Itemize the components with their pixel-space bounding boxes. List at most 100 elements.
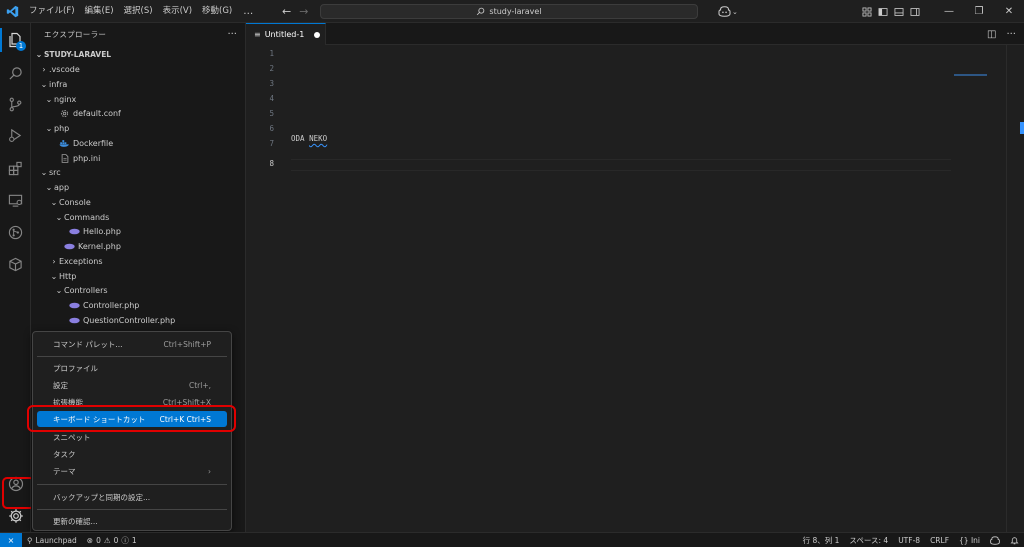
overview-ruler — [1006, 45, 1007, 532]
menu-view[interactable]: 表示(V) — [158, 0, 197, 23]
minimap[interactable] — [954, 74, 987, 76]
activity-source-control[interactable] — [0, 89, 31, 119]
tree-file-item[interactable]: Controller.php — [59, 298, 139, 313]
tree-item-label: Console — [59, 197, 91, 207]
activity-git[interactable] — [0, 217, 31, 247]
toggle-panel-icon[interactable] — [894, 7, 904, 17]
code-token: ODA — [291, 134, 305, 143]
menu-item-settings[interactable]: 設定 Ctrl+, — [37, 377, 227, 393]
minimize-icon: — — [944, 6, 954, 17]
menu-item-tasks[interactable]: タスク — [37, 446, 227, 462]
tree-file-item[interactable]: QuestionController.php — [59, 313, 175, 328]
minimize-button[interactable]: — — [934, 0, 964, 23]
menu-edit[interactable]: 編集(E) — [80, 0, 119, 23]
activity-extensions[interactable] — [0, 153, 31, 183]
scrollbar-marker[interactable] — [1020, 122, 1024, 134]
language-mode[interactable]: {} Ini — [954, 536, 985, 545]
tree-item-label: QuestionController.php — [83, 315, 176, 325]
unsaved-dot-icon[interactable] — [314, 31, 321, 38]
line-number-current: 8 — [269, 159, 274, 168]
menu-item-label: プロファイル — [53, 363, 98, 373]
tree-file-item[interactable]: Hello.php — [59, 224, 121, 239]
error-icon: ⊗ — [86, 535, 94, 545]
tab-untitled-1[interactable]: ≡ Untitled-1 — [246, 23, 326, 45]
menu-go[interactable]: 移動(G) — [197, 0, 237, 23]
remote-indicator[interactable]: ⨯ — [0, 532, 22, 547]
end-of-line[interactable]: CRLF — [925, 536, 954, 545]
menu-item-shortcut: Ctrl+, — [188, 380, 211, 390]
tree-folder-item[interactable]: ⌄ php — [44, 121, 70, 136]
chevron-down-icon: ⌄ — [50, 271, 58, 281]
problems-indicator[interactable]: ⊗ 0 ⚠ 0 ⓘ 1 — [82, 535, 142, 546]
tree-folder-item[interactable]: › Exceptions — [49, 254, 102, 269]
sidebar-more-button[interactable]: ··· — [227, 29, 237, 40]
customize-layout-icon[interactable] — [862, 7, 872, 17]
menu-item-label: タスク — [53, 449, 76, 459]
window-controls: — ❐ ✕ — [934, 0, 1024, 23]
chevron-down-icon: ⌄ — [50, 197, 58, 207]
code-editor[interactable]: 1 2 3 4 5 6 7 8 ODA NEKO — [246, 45, 1024, 532]
copilot-status-icon[interactable] — [985, 536, 1005, 545]
activity-search[interactable] — [0, 58, 31, 88]
menu-more[interactable]: … — [237, 0, 259, 23]
tree-file-item[interactable]: default.conf — [49, 106, 121, 121]
copilot-button[interactable]: ⌄ — [718, 3, 738, 20]
split-editor-icon[interactable]: ◫ — [987, 29, 996, 40]
tree-folder-item[interactable]: › .vscode — [39, 62, 79, 77]
tree-folder-item[interactable]: ⌄ src — [39, 165, 61, 180]
forward-arrow-icon[interactable]: → — [299, 5, 308, 18]
toggle-secondary-sidebar-icon[interactable] — [910, 7, 920, 17]
php-file-icon — [64, 243, 75, 250]
menu-item-backup-sync[interactable]: バックアップと同期の設定... — [37, 489, 227, 505]
tree-file-item[interactable]: php.ini — [49, 151, 100, 166]
tree-folder-item[interactable]: ⌄ Http — [49, 269, 77, 284]
source-control-icon — [9, 97, 22, 111]
activity-remote-explorer[interactable] — [0, 185, 31, 215]
notifications-bell-icon[interactable] — [1005, 536, 1024, 545]
activity-run-debug[interactable] — [0, 120, 31, 150]
tree-folder-item[interactable]: ⌄ Controllers — [54, 283, 108, 298]
tree-folder-item[interactable]: ⌄ nginx — [44, 92, 77, 107]
layout-controls — [862, 0, 920, 23]
tree-folder-item[interactable]: ⌄ infra — [39, 77, 68, 92]
tree-item-label: Dockerfile — [73, 138, 114, 148]
sidebar-title: エクスプローラー — [44, 29, 107, 39]
close-button[interactable]: ✕ — [994, 0, 1024, 23]
remote-explorer-icon — [8, 194, 23, 207]
chevron-down-icon: ⌄ — [40, 79, 48, 89]
tree-item-label: Controllers — [64, 286, 108, 296]
workspace-root-folder[interactable]: ⌄ STUDY-LARAVEL — [34, 47, 111, 62]
editor-tab-bar: ≡ Untitled-1 ◫ ··· — [246, 23, 1024, 45]
tree-folder-item[interactable]: ⌄ Commands — [54, 210, 110, 225]
tree-file-item[interactable]: Dockerfile — [49, 136, 113, 151]
menu-item-profiles[interactable]: プロファイル — [37, 360, 227, 376]
tree-file-item[interactable]: Kernel.php — [54, 239, 121, 254]
menu-item-themes[interactable]: テーマ › — [37, 463, 227, 479]
line-number: 3 — [269, 79, 274, 88]
cursor-position[interactable]: 行 8、列 1 — [798, 535, 845, 546]
toggle-primary-sidebar-icon[interactable] — [878, 7, 888, 17]
menu-item-command-palette[interactable]: コマンド パレット... Ctrl+Shift+P — [37, 336, 227, 352]
tab-label: Untitled-1 — [264, 30, 305, 39]
menu-item-label: コマンド パレット... — [53, 339, 123, 349]
menu-file[interactable]: ファイル(F) — [24, 0, 80, 23]
encoding[interactable]: UTF-8 — [893, 536, 925, 545]
activity-docker[interactable] — [0, 249, 31, 279]
command-center-search[interactable]: study-laravel — [320, 4, 698, 19]
back-arrow-icon[interactable]: ← — [282, 5, 291, 18]
php-file-icon — [69, 302, 80, 309]
tree-item-label: default.conf — [73, 109, 121, 119]
menu-item-check-updates[interactable]: 更新の確認... — [37, 513, 227, 529]
launchpad-button[interactable]: ⚲ Launchpad — [22, 536, 82, 545]
indentation[interactable]: スペース: 4 — [844, 535, 893, 546]
tree-folder-item[interactable]: ⌄ app — [44, 180, 69, 195]
tree-folder-item[interactable]: ⌄ Console — [49, 195, 91, 210]
submenu-chevron-icon: › — [208, 466, 211, 476]
restore-button[interactable]: ❐ — [964, 0, 994, 23]
extensions-icon — [8, 161, 22, 175]
line-number: 1 — [269, 49, 274, 58]
more-actions-icon[interactable]: ··· — [1006, 29, 1016, 40]
menu-selection[interactable]: 選択(S) — [119, 0, 158, 23]
activity-explorer[interactable]: 1 — [0, 25, 31, 55]
close-icon: ✕ — [1004, 6, 1014, 17]
